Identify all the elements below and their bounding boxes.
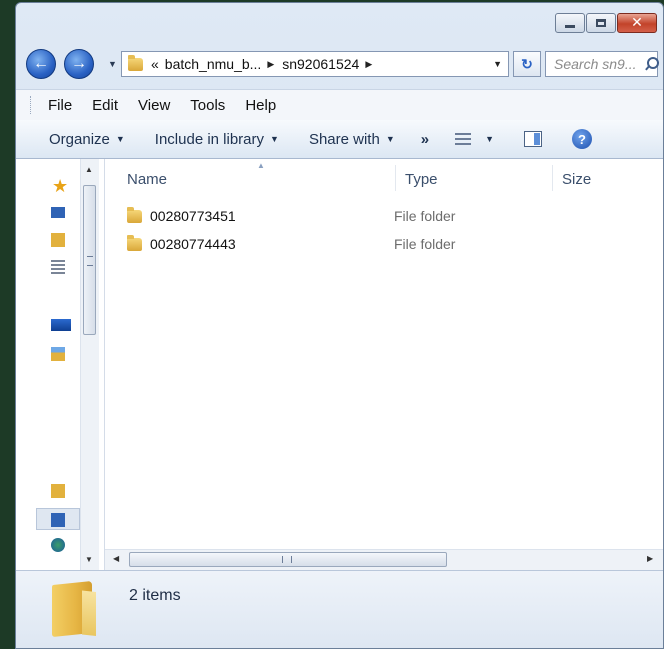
breadcrumb-separator-icon[interactable]: ▶: [267, 59, 274, 70]
file-row[interactable]: 00280773451 File folder: [127, 203, 657, 229]
folder-large-icon: [52, 580, 92, 638]
desktop-icon[interactable]: [51, 207, 65, 218]
network-icon[interactable]: [51, 347, 65, 361]
favorites-star-icon[interactable]: ★: [52, 177, 68, 195]
close-icon: ✕: [631, 15, 643, 31]
network-drive-icon[interactable]: [51, 513, 65, 527]
horizontal-scroll-thumb[interactable]: [129, 552, 447, 567]
item-count: 2 items: [129, 587, 181, 604]
scroll-down-icon[interactable]: ▼: [85, 555, 93, 564]
file-row[interactable]: 00280774443 File folder: [127, 231, 657, 257]
file-name: 00280773451: [150, 208, 236, 224]
chevron-down-icon: ▼: [485, 134, 494, 144]
menu-bar: File Edit View Tools Help: [16, 89, 663, 121]
command-bar: Organize ▼ Include in library ▼ Share with…: [16, 120, 663, 159]
folder-icon: [127, 234, 142, 251]
nav-vertical-scrollbar[interactable]: ▲ ▼: [80, 159, 99, 570]
search-input[interactable]: [552, 55, 642, 73]
forward-button[interactable]: →: [64, 49, 94, 79]
organize-button[interactable]: Organize ▼: [49, 131, 125, 148]
folder-icon: [127, 206, 142, 223]
views-icon: [455, 133, 472, 145]
help-icon: ?: [572, 129, 592, 149]
recent-pages-dropdown[interactable]: ▼: [108, 59, 117, 69]
drive-folder-icon[interactable]: [51, 484, 65, 498]
chevron-down-icon: ▼: [385, 134, 395, 144]
file-name: 00280774443: [150, 236, 236, 252]
menu-help[interactable]: Help: [245, 97, 276, 114]
column-header-size[interactable]: Size: [562, 159, 591, 199]
breadcrumb-item[interactable]: sn92061524: [282, 56, 359, 72]
column-header-name[interactable]: Name: [127, 159, 167, 199]
downloads-folder-icon[interactable]: [51, 233, 65, 247]
refresh-icon: ↻: [521, 55, 533, 72]
back-arrow-icon: ←: [33, 55, 49, 72]
more-commands-label: »: [420, 130, 430, 148]
view-options-dropdown[interactable]: ▼: [485, 134, 494, 144]
nav-scroll-thumb[interactable]: [83, 185, 96, 335]
file-type: File folder: [394, 208, 456, 224]
menu-edit[interactable]: Edit: [92, 97, 118, 114]
breadcrumb-overflow[interactable]: «: [151, 56, 159, 72]
search-icon[interactable]: [644, 56, 659, 72]
file-type: File folder: [394, 236, 456, 252]
scroll-right-icon[interactable]: ▶: [647, 554, 653, 563]
address-dropdown-icon[interactable]: ▼: [493, 59, 502, 69]
minimize-button[interactable]: [555, 13, 585, 33]
more-commands-button[interactable]: »: [421, 131, 429, 148]
column-header-type[interactable]: Type: [405, 159, 438, 199]
change-view-button[interactable]: [455, 133, 472, 145]
include-in-library-label: Include in library: [154, 130, 265, 148]
navigation-row: ← → ▼ « batch_nmu_b... ▶ sn92061524 ▶ ▼ …: [26, 47, 659, 79]
organize-label: Organize: [49, 130, 110, 148]
navigation-pane: ★ ▲ ▼: [16, 159, 105, 570]
scroll-left-icon[interactable]: ◀: [113, 554, 119, 563]
menu-grip: [30, 96, 34, 114]
folder-icon: [128, 54, 143, 71]
menu-file[interactable]: File: [48, 97, 72, 114]
preview-pane-icon: [524, 131, 542, 147]
globe-icon[interactable]: [51, 538, 65, 552]
maximize-icon: [596, 19, 606, 27]
caption-buttons: ✕: [554, 13, 657, 33]
breadcrumb-item[interactable]: batch_nmu_b...: [165, 56, 262, 72]
back-button[interactable]: ←: [26, 49, 56, 79]
share-with-label: Share with: [308, 130, 380, 148]
address-bar[interactable]: « batch_nmu_b... ▶ sn92061524 ▶ ▼: [121, 51, 509, 77]
breadcrumb-separator-icon[interactable]: ▶: [365, 59, 372, 70]
include-in-library-button[interactable]: Include in library ▼: [155, 131, 279, 148]
sort-ascending-icon: ▲: [257, 161, 265, 170]
forward-arrow-icon: →: [71, 55, 87, 72]
minimize-icon: [565, 24, 575, 28]
maximize-button[interactable]: [586, 13, 616, 33]
search-box: [545, 51, 659, 77]
preview-pane-button[interactable]: [524, 131, 542, 147]
recent-places-icon[interactable]: [51, 260, 65, 274]
close-button[interactable]: ✕: [617, 13, 657, 33]
explorer-window: ✕ ← → ▼ « batch_nmu_b... ▶ sn92061524 ▶ …: [15, 2, 664, 649]
horizontal-scrollbar[interactable]: ◀ ▶: [105, 549, 663, 570]
details-pane: 2 items: [16, 570, 663, 648]
file-list: ▲ Name Type Size 00280773451 File folder…: [105, 159, 663, 570]
refresh-button[interactable]: ↻: [513, 51, 541, 77]
scroll-up-icon[interactable]: ▲: [85, 165, 93, 174]
chevron-down-icon: ▼: [115, 134, 125, 144]
computer-icon[interactable]: [51, 319, 71, 331]
menu-tools[interactable]: Tools: [190, 97, 225, 114]
share-with-button[interactable]: Share with ▼: [309, 131, 395, 148]
chevron-down-icon: ▼: [270, 134, 279, 144]
help-button[interactable]: ?: [572, 129, 592, 149]
menu-view[interactable]: View: [138, 97, 170, 114]
